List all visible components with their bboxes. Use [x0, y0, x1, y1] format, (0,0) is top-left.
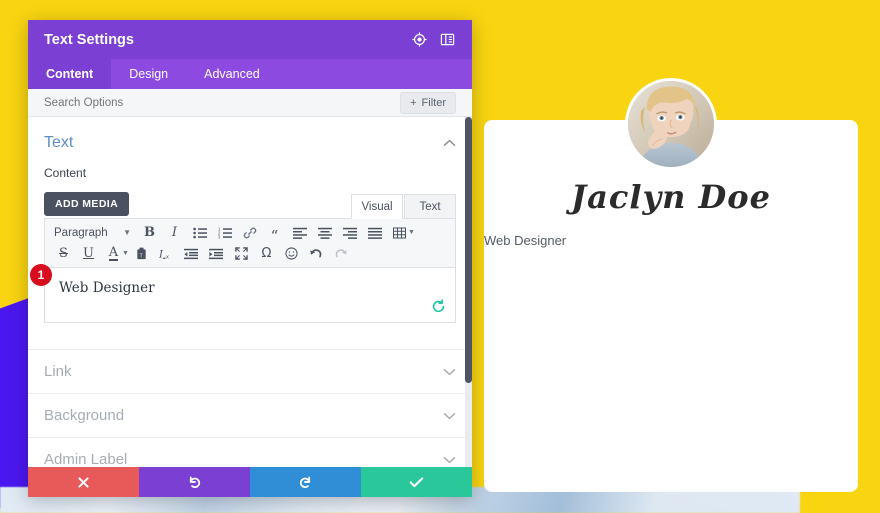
chevron-down-icon[interactable]: [443, 368, 456, 376]
modal-footer: [28, 467, 472, 497]
editor-top-row: ADD MEDIA Visual Text: [44, 192, 456, 219]
settings-target-icon[interactable]: [408, 29, 430, 51]
search-row: + Filter: [28, 89, 472, 117]
tab-content[interactable]: Content: [28, 59, 112, 89]
align-left-icon[interactable]: [287, 223, 312, 243]
modal-tabs: Content Design Advanced: [28, 59, 472, 89]
text-section-title: Text: [44, 134, 74, 151]
undo-icon[interactable]: [304, 244, 329, 264]
align-justify-icon[interactable]: [362, 223, 387, 243]
chevron-down-icon[interactable]: [443, 456, 456, 464]
bulleted-list-icon[interactable]: [187, 223, 212, 243]
tab-visual[interactable]: Visual: [351, 194, 403, 219]
svg-text:x: x: [166, 255, 169, 260]
svg-text:3: 3: [218, 234, 221, 238]
redo-icon[interactable]: [329, 244, 354, 264]
text-color-chevron-down-icon[interactable]: ▼: [122, 250, 129, 257]
modal-title: Text Settings: [44, 31, 134, 48]
chevron-up-icon[interactable]: [443, 139, 456, 147]
content-field-label: Content: [44, 166, 87, 180]
filter-button-label: Filter: [421, 97, 446, 109]
paragraph-format-label: Paragraph: [54, 226, 108, 239]
link-icon[interactable]: [237, 223, 262, 243]
layout-panel-icon[interactable]: [436, 29, 458, 51]
undo-button[interactable]: [139, 467, 250, 497]
editor-content-text: Web Designer: [59, 280, 155, 296]
plus-icon: +: [410, 97, 417, 109]
toolbar-row-2: S U A ▼ T I x Ω: [51, 243, 451, 264]
modal-scrollbar[interactable]: [465, 117, 472, 467]
accordion-link-label: Link: [44, 363, 72, 380]
screen: Jaclyn Doe Web Designer Text Settings Co…: [0, 0, 880, 513]
redo-button[interactable]: [250, 467, 361, 497]
avatar: [625, 78, 717, 170]
outdent-icon[interactable]: [179, 244, 204, 264]
accordion-admin-label-label: Admin Label: [44, 451, 128, 467]
preview-name: Jaclyn Doe: [571, 178, 771, 216]
accordion-background[interactable]: Background: [28, 393, 472, 437]
paste-as-text-icon[interactable]: T: [129, 244, 154, 264]
align-right-icon[interactable]: [337, 223, 362, 243]
modal-body: Text Content ADD MEDIA Visual Text Parag…: [28, 117, 472, 467]
chevron-down-icon[interactable]: [443, 412, 456, 420]
toolbar-row-1: Paragraph ▼ B I 1 2 3 “ ▼: [51, 222, 451, 243]
preview-role: Web Designer: [484, 233, 567, 248]
accordion-link[interactable]: Link: [28, 349, 472, 393]
tab-design[interactable]: Design: [111, 59, 186, 89]
special-character-icon[interactable]: Ω: [254, 244, 279, 264]
text-settings-modal: Text Settings Content Design Advanced Se…: [28, 20, 472, 497]
tab-advanced[interactable]: Advanced: [186, 59, 278, 89]
emoji-icon[interactable]: [279, 244, 304, 264]
scrollbar-thumb[interactable]: [465, 117, 472, 383]
modal-header: Text Settings: [28, 20, 472, 59]
cancel-button[interactable]: [28, 467, 139, 497]
content-editor: ADD MEDIA Visual Text Paragraph ▼ B I 1 …: [44, 192, 456, 323]
accordion-background-label: Background: [44, 407, 125, 424]
add-media-button[interactable]: ADD MEDIA: [44, 192, 130, 216]
align-center-icon[interactable]: [312, 223, 337, 243]
svg-text:T: T: [140, 253, 143, 259]
clear-formatting-icon[interactable]: I x: [154, 244, 179, 264]
preview-card: [484, 120, 858, 492]
text-section-header[interactable]: Text: [28, 117, 472, 152]
fullscreen-icon[interactable]: [229, 244, 254, 264]
blockquote-icon[interactable]: “: [262, 223, 287, 243]
save-button[interactable]: [361, 467, 472, 497]
bold-icon[interactable]: B: [137, 223, 162, 243]
filter-button[interactable]: + Filter: [400, 92, 456, 114]
tab-text[interactable]: Text: [404, 194, 456, 219]
strikethrough-icon[interactable]: S: [51, 244, 76, 264]
indent-icon[interactable]: [204, 244, 229, 264]
settings-accordion: Link Background Admin Label: [28, 349, 472, 467]
table-chevron-down-icon[interactable]: ▼: [408, 229, 415, 236]
numbered-list-icon[interactable]: 1 2 3: [212, 223, 237, 243]
underline-icon[interactable]: U: [76, 244, 101, 264]
editor-mode-tabs: Visual Text: [351, 194, 456, 219]
chevron-down-icon: ▼: [123, 228, 131, 237]
italic-icon[interactable]: I: [162, 223, 187, 243]
avatar-photo-icon: [628, 81, 714, 167]
editor-toolbar: Paragraph ▼ B I 1 2 3 “ ▼ S U A ▼ T I x …: [44, 218, 456, 267]
paragraph-format-select[interactable]: Paragraph ▼: [51, 227, 137, 239]
step-badge: 1: [30, 264, 52, 286]
editor-content-area[interactable]: Web Designer: [44, 267, 456, 323]
accordion-admin-label[interactable]: Admin Label: [28, 437, 472, 467]
refresh-icon[interactable]: [431, 299, 446, 314]
